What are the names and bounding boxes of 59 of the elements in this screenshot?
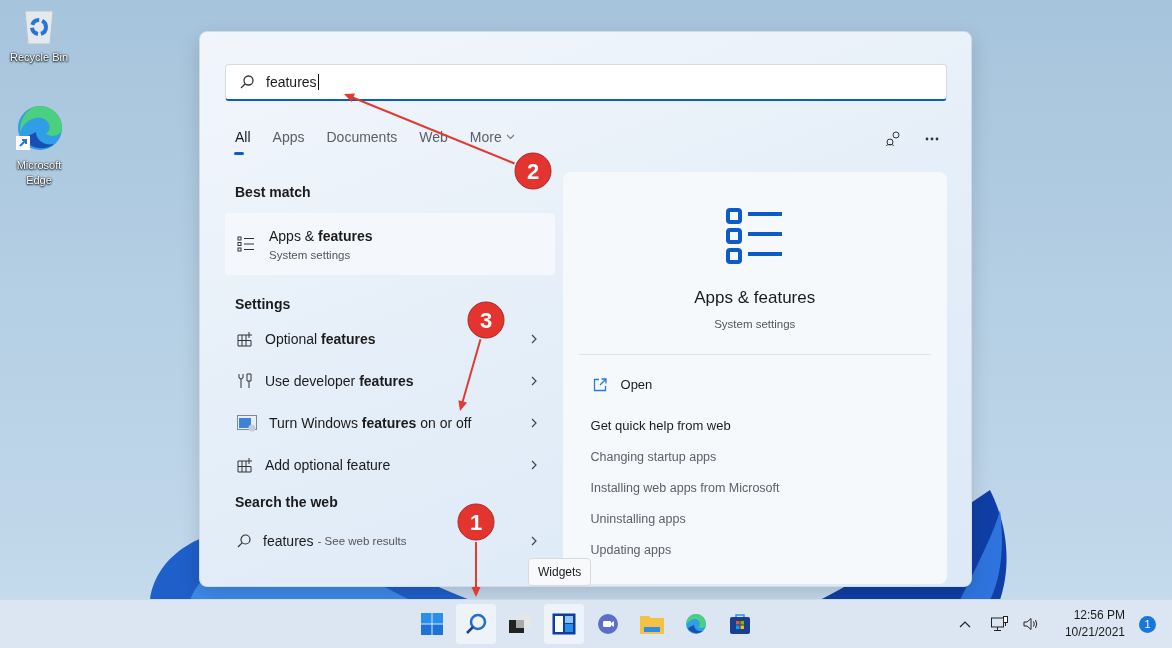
search-icon	[240, 75, 254, 89]
more-options-icon[interactable]	[925, 137, 939, 141]
chevron-right-icon	[530, 334, 537, 344]
preview-title: Apps & features	[694, 288, 816, 308]
help-link[interactable]: Changing startup apps	[590, 450, 717, 464]
result-label: Optional features	[265, 331, 376, 347]
open-external-icon	[592, 377, 607, 392]
chevron-right-icon	[530, 418, 537, 428]
clock-time[interactable]: 12:56 PM	[1073, 607, 1125, 624]
widgets-icon	[552, 613, 576, 635]
grid-plus-icon	[237, 457, 253, 473]
list-icon	[725, 208, 784, 264]
chevron-right-icon	[530, 376, 537, 386]
edge-browser-icon	[685, 613, 707, 635]
help-heading: Get quick help from web	[590, 418, 731, 433]
search-field[interactable]: features	[225, 64, 947, 101]
filter-tab[interactable]: All	[225, 123, 261, 155]
list-icon	[237, 236, 255, 252]
search-icon	[237, 534, 251, 548]
filter-tab[interactable]: Apps	[262, 123, 315, 155]
section-heading: Search the web	[234, 493, 339, 512]
help-link[interactable]: Installing web apps from Microsoft	[590, 481, 780, 495]
help-link[interactable]: Uninstalling apps	[590, 512, 686, 526]
video-chat-icon	[596, 613, 620, 635]
web-hint: - See web results	[317, 535, 407, 547]
tools-icon	[237, 372, 253, 390]
result-label: Add optional feature	[265, 457, 391, 473]
chevron-right-icon	[530, 460, 537, 470]
result-label: Turn Windows features on or off	[269, 415, 472, 431]
result-subtitle: System settings	[269, 248, 352, 261]
result-title: Apps & features	[269, 227, 373, 244]
filter-tab[interactable]: More	[459, 123, 525, 155]
chevron-up-icon[interactable]	[958, 620, 971, 628]
clock-date[interactable]: 10/21/2021	[1064, 624, 1125, 641]
window-settings-icon	[237, 414, 257, 432]
start-icon	[421, 613, 443, 635]
taskbar-button[interactable]	[544, 604, 584, 644]
tooltip: Widgets	[528, 558, 592, 586]
speaker-icon[interactable]	[1022, 617, 1039, 631]
notification-badge[interactable]: 1	[1139, 615, 1156, 633]
recycle-bin-icon[interactable]	[22, 8, 56, 46]
search-icon	[465, 613, 487, 635]
section-heading: Settings	[234, 295, 292, 314]
search-query: features	[266, 74, 317, 90]
help-link[interactable]: Updating apps	[590, 543, 672, 557]
store-bag-icon	[729, 613, 751, 635]
chevron-right-icon	[530, 536, 537, 546]
best-match-item[interactable]: Apps & features System settings	[225, 213, 555, 275]
grid-plus-icon	[237, 331, 253, 347]
network-icon[interactable]	[990, 616, 1009, 632]
task-view-icon	[508, 614, 532, 634]
open-link[interactable]: Open	[620, 377, 653, 392]
folder-icon	[640, 614, 664, 634]
account-switch-icon[interactable]	[885, 131, 901, 147]
section-heading: Best match	[234, 183, 312, 202]
preview-subtitle: System settings	[714, 318, 796, 330]
filter-tab[interactable]: Documents	[316, 123, 408, 155]
result-label: Use developer features	[265, 373, 414, 389]
web-query: features	[263, 533, 314, 549]
